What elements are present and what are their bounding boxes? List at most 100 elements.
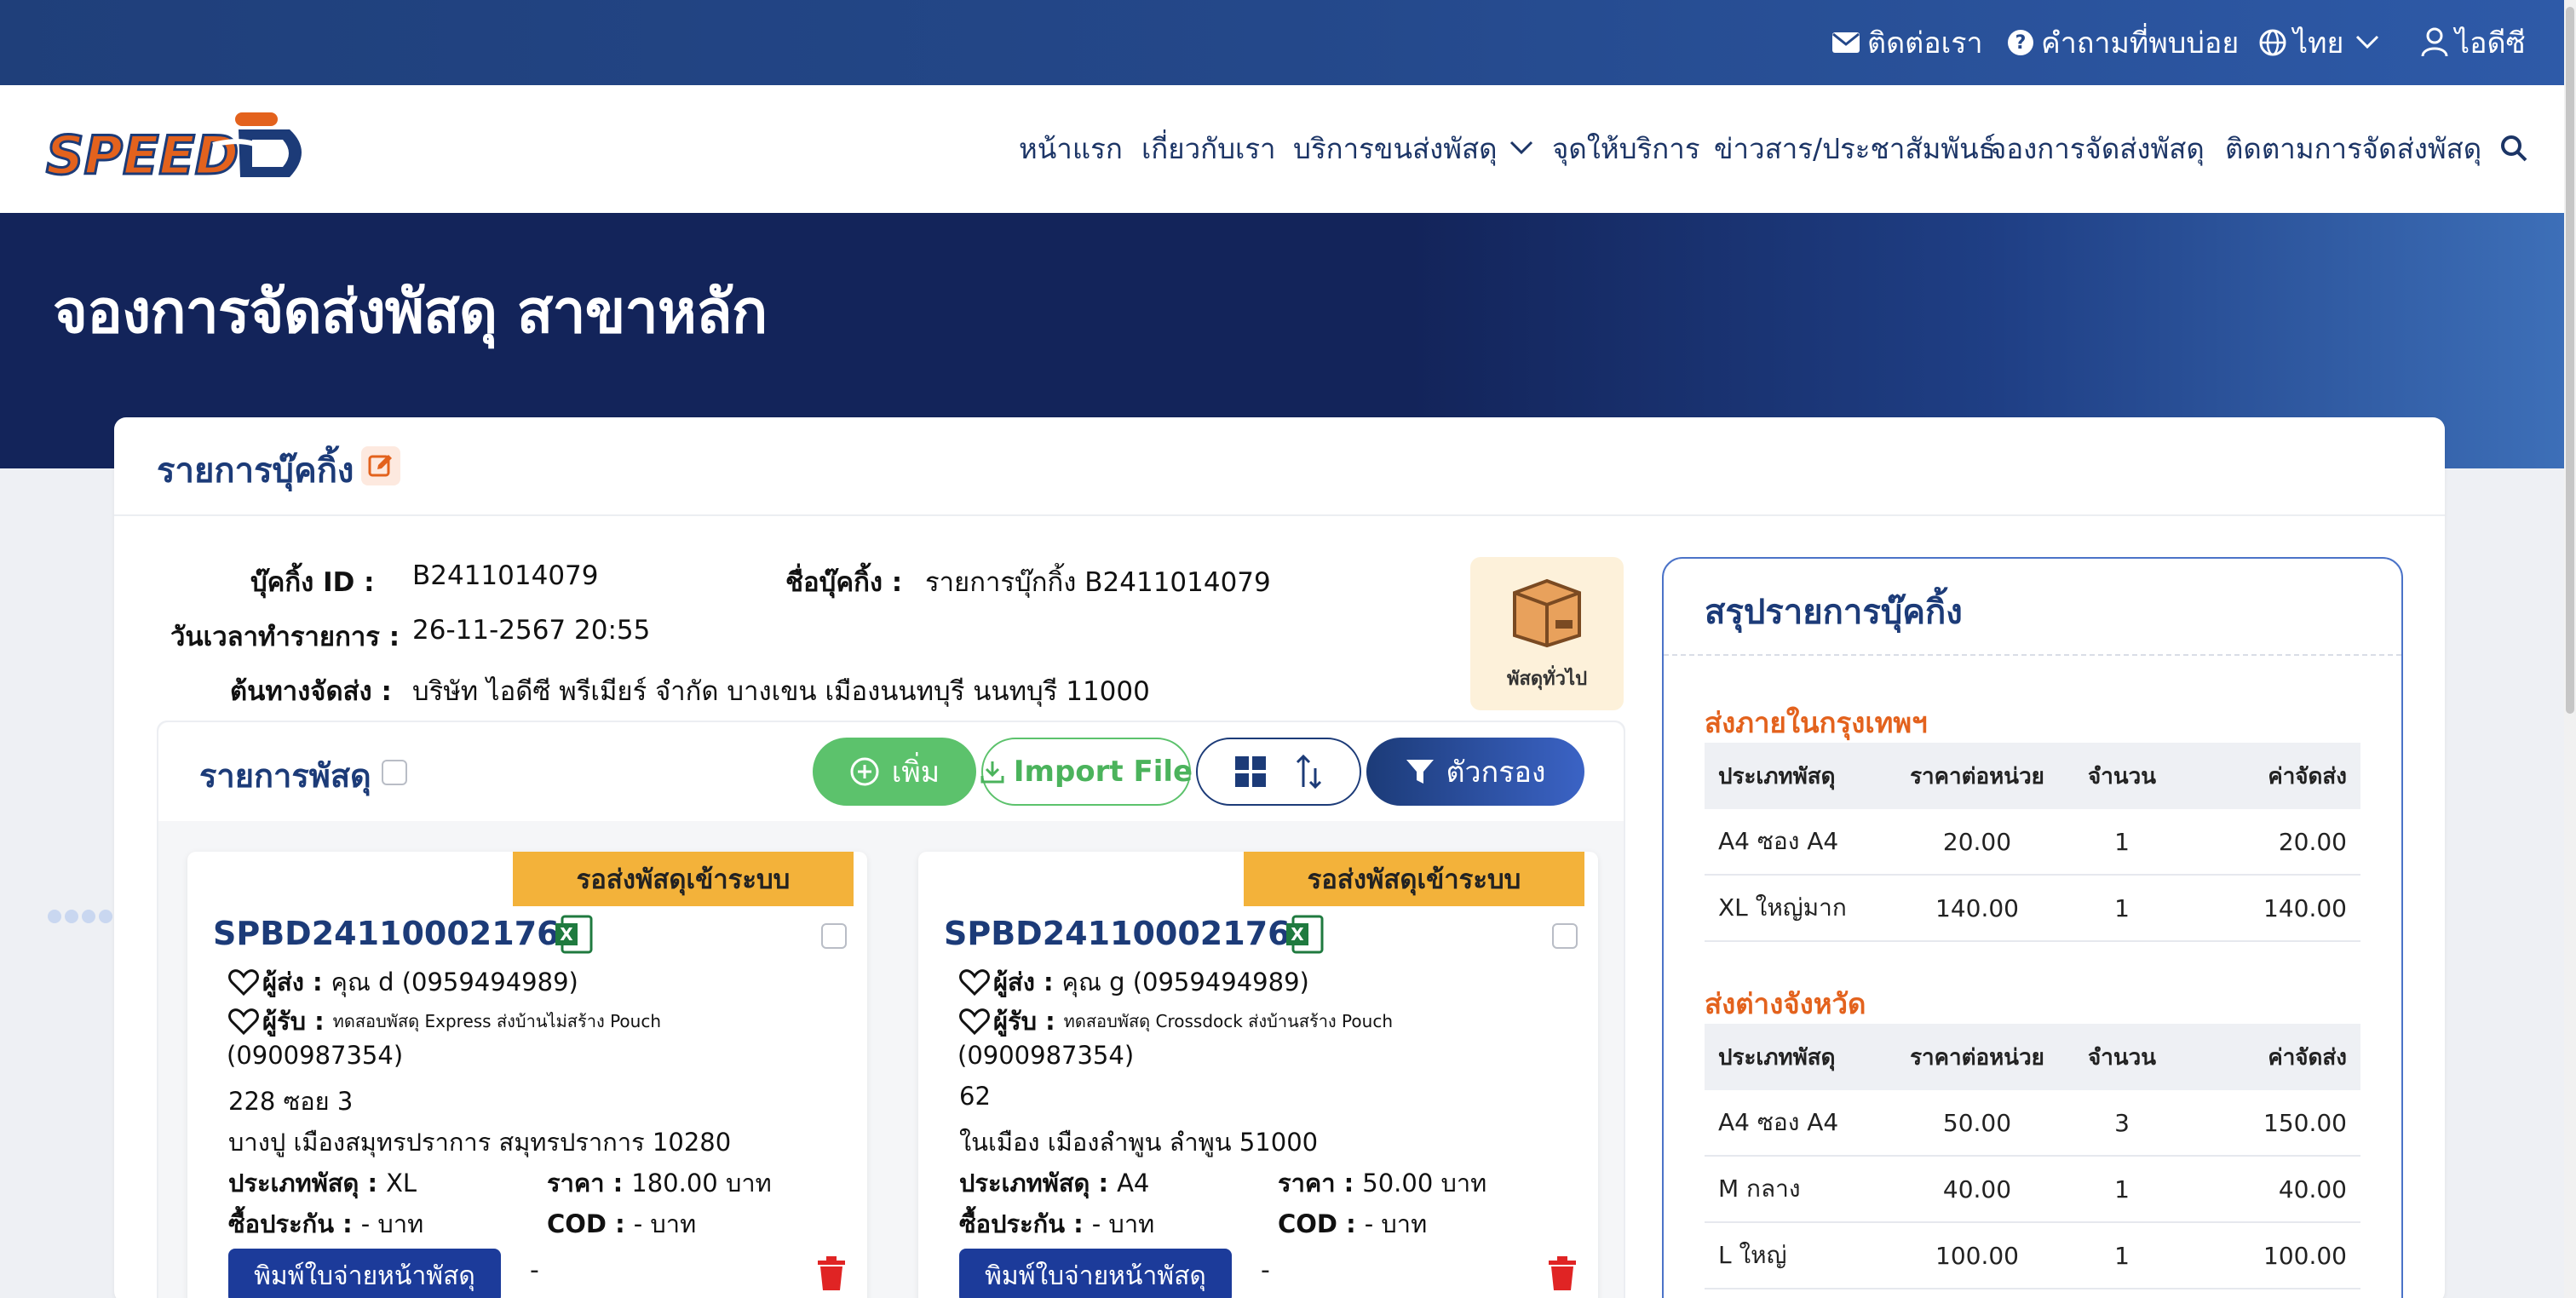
price-value: 180.00 บาท bbox=[631, 1169, 772, 1197]
divider bbox=[1664, 654, 2401, 656]
address-line-1: 228 ซอย 3 bbox=[228, 1087, 354, 1116]
funnel-icon bbox=[1405, 756, 1435, 787]
address-line-2: บางปู เมืองสมุทรปราการ สมุทรปราการ 10280 bbox=[228, 1128, 732, 1157]
parcel-list-header: รายการพัสดุ เพิ่ม Import File ตัวกรอง bbox=[158, 722, 1624, 821]
parcel-checkbox[interactable] bbox=[1552, 923, 1578, 949]
import-file-button[interactable]: Import File bbox=[980, 738, 1193, 806]
booking-card-header: รายการบุ๊คกิ้ง bbox=[114, 417, 2445, 516]
booking-datetime-value: 26-11-2567 20:55 bbox=[412, 615, 651, 646]
heart-icon bbox=[228, 968, 259, 996]
booking-id-label: บุ๊คกิ้ง ID : bbox=[250, 567, 375, 598]
receiver-phone: (0900987354) bbox=[227, 1041, 404, 1070]
booking-name-label: ชื่อบุ๊คกิ้ง : bbox=[785, 567, 903, 598]
table-row: A4 ซอง A4 50.00 3 150.00 bbox=[1705, 1090, 2360, 1157]
chevron-down-icon bbox=[2355, 35, 2379, 50]
tracking-code[interactable]: SPBD241100021760 bbox=[213, 915, 582, 952]
parcel-list: รายการพัสดุ เพิ่ม Import File ตัวกรอง รอ… bbox=[157, 721, 1625, 1298]
search-icon[interactable] bbox=[2499, 129, 2528, 167]
bangkok-table: ประเภทพัสดุ ราคาต่อหน่วย จำนวน ค่าจัดส่ง… bbox=[1705, 743, 2360, 942]
mail-icon bbox=[1831, 32, 1860, 54]
parcel-type-value: XL bbox=[386, 1169, 417, 1197]
svg-text:SPEED: SPEED bbox=[46, 124, 239, 184]
trash-icon[interactable] bbox=[1547, 1255, 1578, 1291]
page-title: จองการจัดส่งพัสดุ สาขาหลัก bbox=[53, 277, 768, 347]
main-header: SPEED หน้าแรก เกี่ยวกับเรา บริการขนส่งพั… bbox=[0, 85, 2564, 213]
heart-icon bbox=[959, 968, 990, 996]
receiver-phone: (0900987354) bbox=[957, 1041, 1135, 1070]
parcel-type-value: A4 bbox=[1117, 1169, 1150, 1197]
booking-card: รายการบุ๊คกิ้ง บุ๊คกิ้ง ID : B2411014079… bbox=[114, 417, 2445, 1298]
user-menu[interactable]: ไอดีซี bbox=[2421, 24, 2526, 61]
origin-label: ต้นทางจัดส่ง : bbox=[230, 676, 392, 707]
parcel-checkbox[interactable] bbox=[821, 923, 847, 949]
nav-tracking[interactable]: ติดตามการจัดส่งพัสดุ bbox=[2225, 129, 2481, 167]
cod-value: - บาท bbox=[1364, 1209, 1428, 1238]
nav-home[interactable]: หน้าแรก bbox=[1019, 129, 1123, 167]
edit-icon[interactable] bbox=[361, 446, 400, 485]
svg-text:?: ? bbox=[2015, 32, 2027, 54]
status-badge: รอส่งพัสดุเข้าระบบ bbox=[513, 852, 854, 906]
address-line-1: 62 bbox=[959, 1082, 991, 1111]
parcel-card: รอส่งพัสดุเข้าระบบ SPBD241100021760 X ผู… bbox=[187, 852, 867, 1298]
faq-link[interactable]: ? คำถามที่พบบ่อย bbox=[2007, 24, 2239, 61]
scrollbar-thumb[interactable] bbox=[2566, 7, 2574, 714]
nav-services[interactable]: บริการขนส่งพัสดุ bbox=[1293, 129, 1533, 167]
heart-icon bbox=[959, 1008, 990, 1035]
nav-about[interactable]: เกี่ยวกับเรา bbox=[1141, 129, 1276, 167]
top-bar: ติดต่อเรา ? คำถามที่พบบ่อย ไทย ไอดีซี bbox=[0, 0, 2576, 85]
booking-name-value: รายการบุ๊กกิ้ง B2411014079 bbox=[925, 567, 1271, 598]
sort-icon bbox=[1295, 753, 1324, 790]
province-table: ประเภทพัสดุ ราคาต่อหน่วย จำนวน ค่าจัดส่ง… bbox=[1705, 1024, 2360, 1289]
nav-booking[interactable]: จองการจัดส่งพัสดุ bbox=[1990, 129, 2205, 167]
summary-title: สรุปรายการบุ๊คกิ้ง bbox=[1705, 593, 1963, 632]
price-value: 50.00 บาท bbox=[1362, 1169, 1487, 1197]
decorative-dots bbox=[48, 910, 112, 923]
status-badge: รอส่งพัสดุเข้าระบบ bbox=[1244, 852, 1584, 906]
insurance-value: - บาท bbox=[1091, 1209, 1155, 1238]
tracking-code[interactable]: SPBD241100021763 bbox=[944, 915, 1313, 952]
box-icon bbox=[1509, 576, 1584, 652]
chevron-down-icon bbox=[1509, 141, 1533, 156]
trash-icon[interactable] bbox=[816, 1255, 847, 1291]
svg-text:X: X bbox=[560, 924, 573, 945]
filter-button[interactable]: ตัวกรอง bbox=[1366, 738, 1584, 806]
booking-title: รายการบุ๊คกิ้ง bbox=[157, 451, 354, 491]
excel-icon[interactable]: X bbox=[1285, 915, 1324, 954]
contact-link[interactable]: ติดต่อเรา bbox=[1831, 24, 1983, 61]
parcel-list-title: รายการพัสดุ bbox=[199, 757, 371, 795]
heart-icon bbox=[228, 1008, 259, 1035]
sender-value: คุณ g (0959494989) bbox=[1061, 968, 1309, 996]
bangkok-section-title: ส่งภายในกรุงเทพฯ bbox=[1705, 706, 1928, 739]
user-icon bbox=[2421, 27, 2448, 58]
globe-icon bbox=[2259, 29, 2286, 56]
grid-icon bbox=[1233, 755, 1268, 789]
receiver-value: ทดสอบพัสดุ Crossdock ส่งบ้านสร้าง Pouch bbox=[1063, 1011, 1393, 1031]
svg-text:X: X bbox=[1291, 924, 1304, 945]
table-row: M กลาง 40.00 1 40.00 bbox=[1705, 1157, 2360, 1223]
language-select[interactable]: ไทย bbox=[2259, 24, 2386, 61]
insurance-value: - บาท bbox=[360, 1209, 424, 1238]
province-section-title: ส่งต่างจังหวัด bbox=[1705, 987, 1866, 1020]
parcel-card: รอส่งพัสดุเข้าระบบ SPBD241100021763 X ผู… bbox=[918, 852, 1598, 1298]
speed-d-logo[interactable]: SPEED bbox=[43, 111, 315, 188]
table-header: ประเภทพัสดุ ราคาต่อหน่วย จำนวน ค่าจัดส่ง bbox=[1705, 743, 2360, 809]
question-icon: ? bbox=[2007, 29, 2034, 56]
table-row: A4 ซอง A4 20.00 1 20.00 bbox=[1705, 809, 2360, 876]
booking-datetime-label: วันเวลาทำรายการ : bbox=[170, 622, 400, 652]
booking-id-value: B2411014079 bbox=[412, 560, 599, 591]
select-all-checkbox[interactable] bbox=[382, 760, 407, 785]
print-label-button[interactable]: พิมพ์ใบจ่ายหน้าพัสดุ bbox=[228, 1249, 501, 1298]
table-row: L ใหญ่ 100.00 1 100.00 bbox=[1705, 1223, 2360, 1289]
table-header: ประเภทพัสดุ ราคาต่อหน่วย จำนวน ค่าจัดส่ง bbox=[1705, 1024, 2360, 1090]
print-label-button[interactable]: พิมพ์ใบจ่ายหน้าพัสดุ bbox=[959, 1249, 1232, 1298]
add-parcel-button[interactable]: เพิ่ม bbox=[813, 738, 976, 806]
receiver-value: ทดสอบพัสดุ Express ส่งบ้านไม่สร้าง Pouch bbox=[332, 1011, 661, 1031]
nav-news[interactable]: ข่าวสาร/ประชาสัมพันธ์ bbox=[1714, 129, 1996, 167]
origin-value: บริษัท ไอดีซี พรีเมียร์ จำกัด บางเขน เมื… bbox=[412, 676, 1150, 707]
excel-icon[interactable]: X bbox=[554, 915, 593, 954]
view-toggle-button[interactable] bbox=[1196, 738, 1361, 806]
cod-value: - บาท bbox=[633, 1209, 697, 1238]
booking-summary: สรุปรายการบุ๊คกิ้ง ส่งภายในกรุงเทพฯ ประเ… bbox=[1662, 557, 2403, 1298]
plus-circle-icon bbox=[849, 756, 880, 787]
nav-service-points[interactable]: จุดให้บริการ bbox=[1552, 129, 1700, 167]
